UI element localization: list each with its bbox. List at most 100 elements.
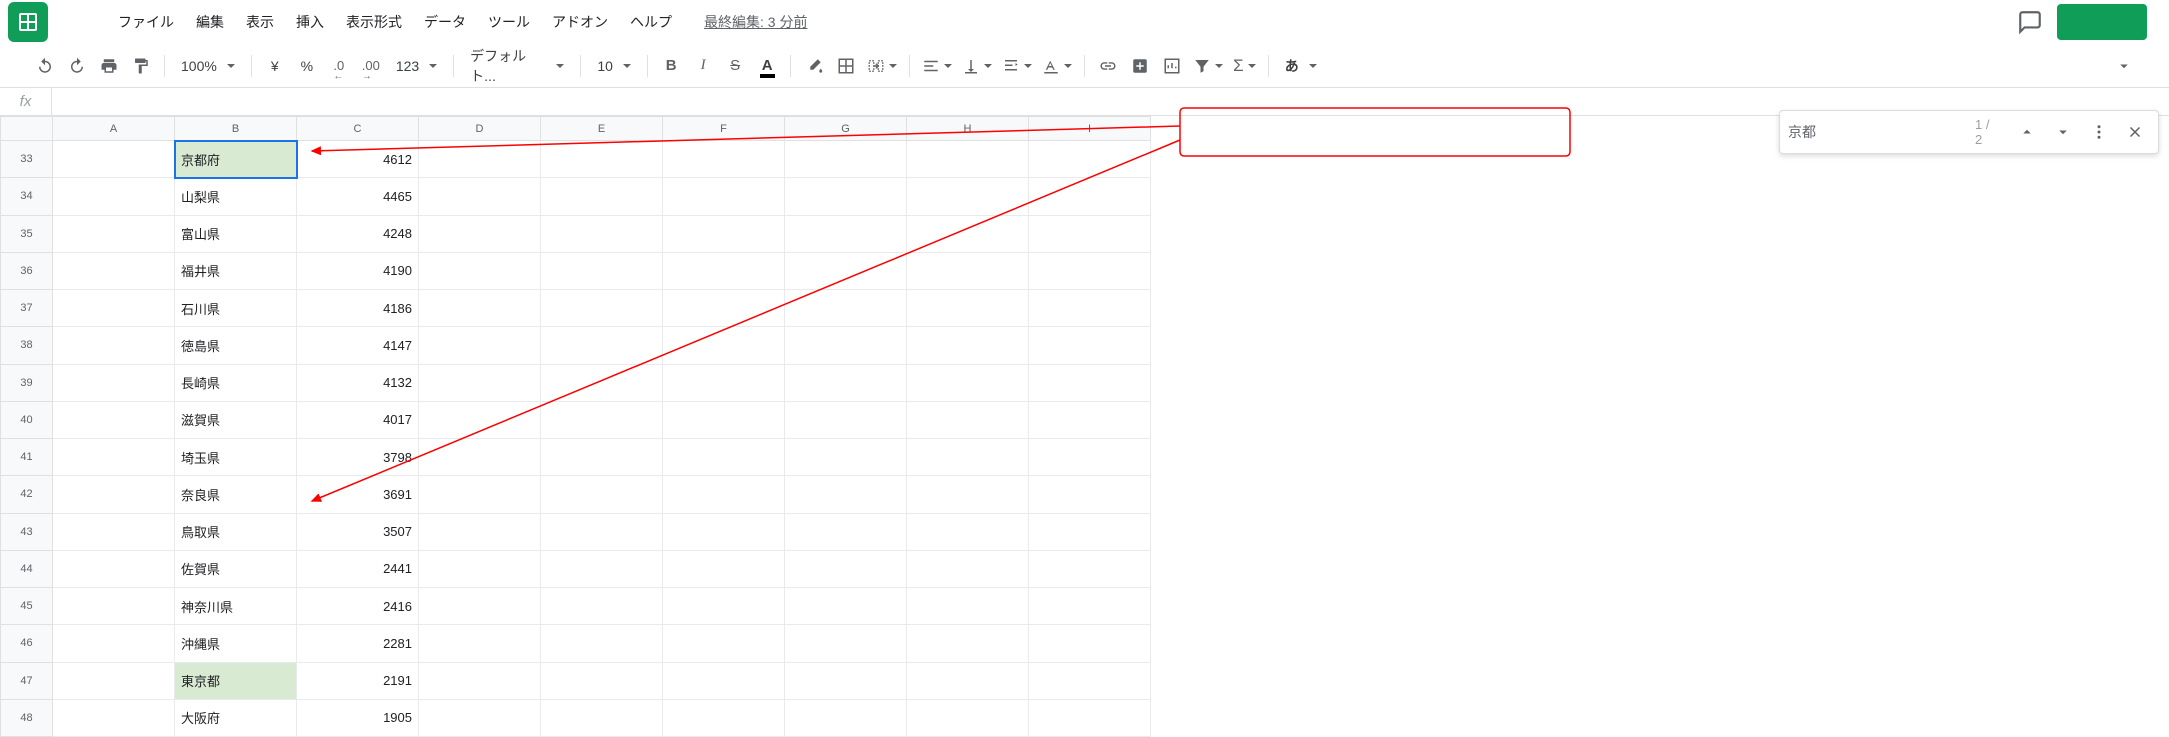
cell[interactable] (53, 699, 175, 736)
cell[interactable] (1029, 290, 1151, 327)
row-header[interactable]: 48 (1, 699, 53, 736)
cell[interactable]: 4190 (297, 252, 419, 289)
cell[interactable] (53, 252, 175, 289)
cell[interactable]: 4465 (297, 178, 419, 215)
find-more-button[interactable] (2084, 117, 2114, 147)
cell[interactable] (1029, 327, 1151, 364)
cell[interactable] (785, 364, 907, 401)
cell[interactable] (419, 141, 541, 178)
cell[interactable] (541, 364, 663, 401)
cell[interactable] (907, 662, 1029, 699)
cell[interactable] (663, 215, 785, 252)
cell[interactable] (419, 178, 541, 215)
cell[interactable] (785, 699, 907, 736)
cell[interactable]: 東京都 (175, 662, 297, 699)
cell[interactable] (1029, 476, 1151, 513)
cell[interactable] (907, 550, 1029, 587)
number-format-dropdown[interactable]: 123 (388, 51, 445, 81)
italic-button[interactable]: I (688, 51, 718, 81)
cell[interactable]: 埼玉県 (175, 439, 297, 476)
cell[interactable] (663, 141, 785, 178)
share-button[interactable] (2057, 4, 2147, 40)
strikethrough-button[interactable]: S (720, 51, 750, 81)
cell[interactable] (419, 327, 541, 364)
cell[interactable] (663, 252, 785, 289)
cell[interactable] (907, 476, 1029, 513)
cell[interactable] (541, 699, 663, 736)
cell[interactable] (663, 290, 785, 327)
insert-comment-button[interactable] (1125, 51, 1155, 81)
increase-decimal-button[interactable]: .00→ (356, 51, 386, 81)
cell[interactable] (419, 215, 541, 252)
row-header[interactable]: 47 (1, 662, 53, 699)
cell[interactable] (53, 550, 175, 587)
cell[interactable] (663, 439, 785, 476)
font-dropdown[interactable]: デフォルト... (462, 51, 572, 81)
cell[interactable] (53, 215, 175, 252)
borders-button[interactable] (831, 51, 861, 81)
cell[interactable] (419, 439, 541, 476)
bold-button[interactable]: B (656, 51, 686, 81)
col-header-B[interactable]: B (175, 117, 297, 141)
cell[interactable] (419, 699, 541, 736)
cell[interactable] (419, 513, 541, 550)
cell[interactable] (785, 662, 907, 699)
cell[interactable] (907, 588, 1029, 625)
row-header[interactable]: 42 (1, 476, 53, 513)
cell[interactable]: 4248 (297, 215, 419, 252)
cell[interactable] (53, 662, 175, 699)
cell[interactable] (419, 625, 541, 662)
cell[interactable] (785, 252, 907, 289)
cell[interactable]: 京都府 (175, 141, 297, 178)
cell[interactable]: 福井県 (175, 252, 297, 289)
cell[interactable] (907, 178, 1029, 215)
cell[interactable]: 佐賀県 (175, 550, 297, 587)
row-header[interactable]: 41 (1, 439, 53, 476)
cell[interactable] (907, 327, 1029, 364)
cell[interactable] (1029, 550, 1151, 587)
cell[interactable]: 4186 (297, 290, 419, 327)
cell[interactable] (541, 625, 663, 662)
cell[interactable] (1029, 625, 1151, 662)
cell[interactable] (541, 178, 663, 215)
cell[interactable] (419, 476, 541, 513)
menu-tools[interactable]: ツール (478, 6, 540, 38)
row-header[interactable]: 33 (1, 141, 53, 178)
input-method-button[interactable]: あ (1277, 51, 1325, 81)
redo-button[interactable] (62, 51, 92, 81)
cell[interactable] (541, 141, 663, 178)
cell[interactable]: 滋賀県 (175, 401, 297, 438)
cell[interactable] (663, 699, 785, 736)
col-header-G[interactable]: G (785, 117, 907, 141)
cell[interactable]: 2441 (297, 550, 419, 587)
row-header[interactable]: 35 (1, 215, 53, 252)
fill-color-button[interactable] (799, 51, 829, 81)
cell[interactable] (663, 588, 785, 625)
text-rotation-button[interactable] (1038, 51, 1076, 81)
row-header[interactable]: 36 (1, 252, 53, 289)
cell[interactable] (785, 290, 907, 327)
cell[interactable] (1029, 588, 1151, 625)
cell[interactable] (785, 141, 907, 178)
row-header[interactable]: 37 (1, 290, 53, 327)
cell[interactable] (53, 401, 175, 438)
cell[interactable] (1029, 215, 1151, 252)
cell[interactable] (419, 252, 541, 289)
col-header-I[interactable]: I (1029, 117, 1151, 141)
cell[interactable] (53, 141, 175, 178)
row-header[interactable]: 44 (1, 550, 53, 587)
find-next-button[interactable] (2048, 117, 2078, 147)
cell[interactable]: 徳島県 (175, 327, 297, 364)
cell[interactable]: 4132 (297, 364, 419, 401)
cell[interactable] (53, 588, 175, 625)
cell[interactable] (1029, 364, 1151, 401)
cell[interactable] (419, 401, 541, 438)
cell[interactable] (419, 662, 541, 699)
cell[interactable] (785, 513, 907, 550)
cell[interactable] (785, 327, 907, 364)
cell[interactable]: 3507 (297, 513, 419, 550)
menu-data[interactable]: データ (414, 6, 476, 38)
col-header-D[interactable]: D (419, 117, 541, 141)
cell[interactable] (907, 141, 1029, 178)
menu-file[interactable]: ファイル (108, 6, 184, 38)
